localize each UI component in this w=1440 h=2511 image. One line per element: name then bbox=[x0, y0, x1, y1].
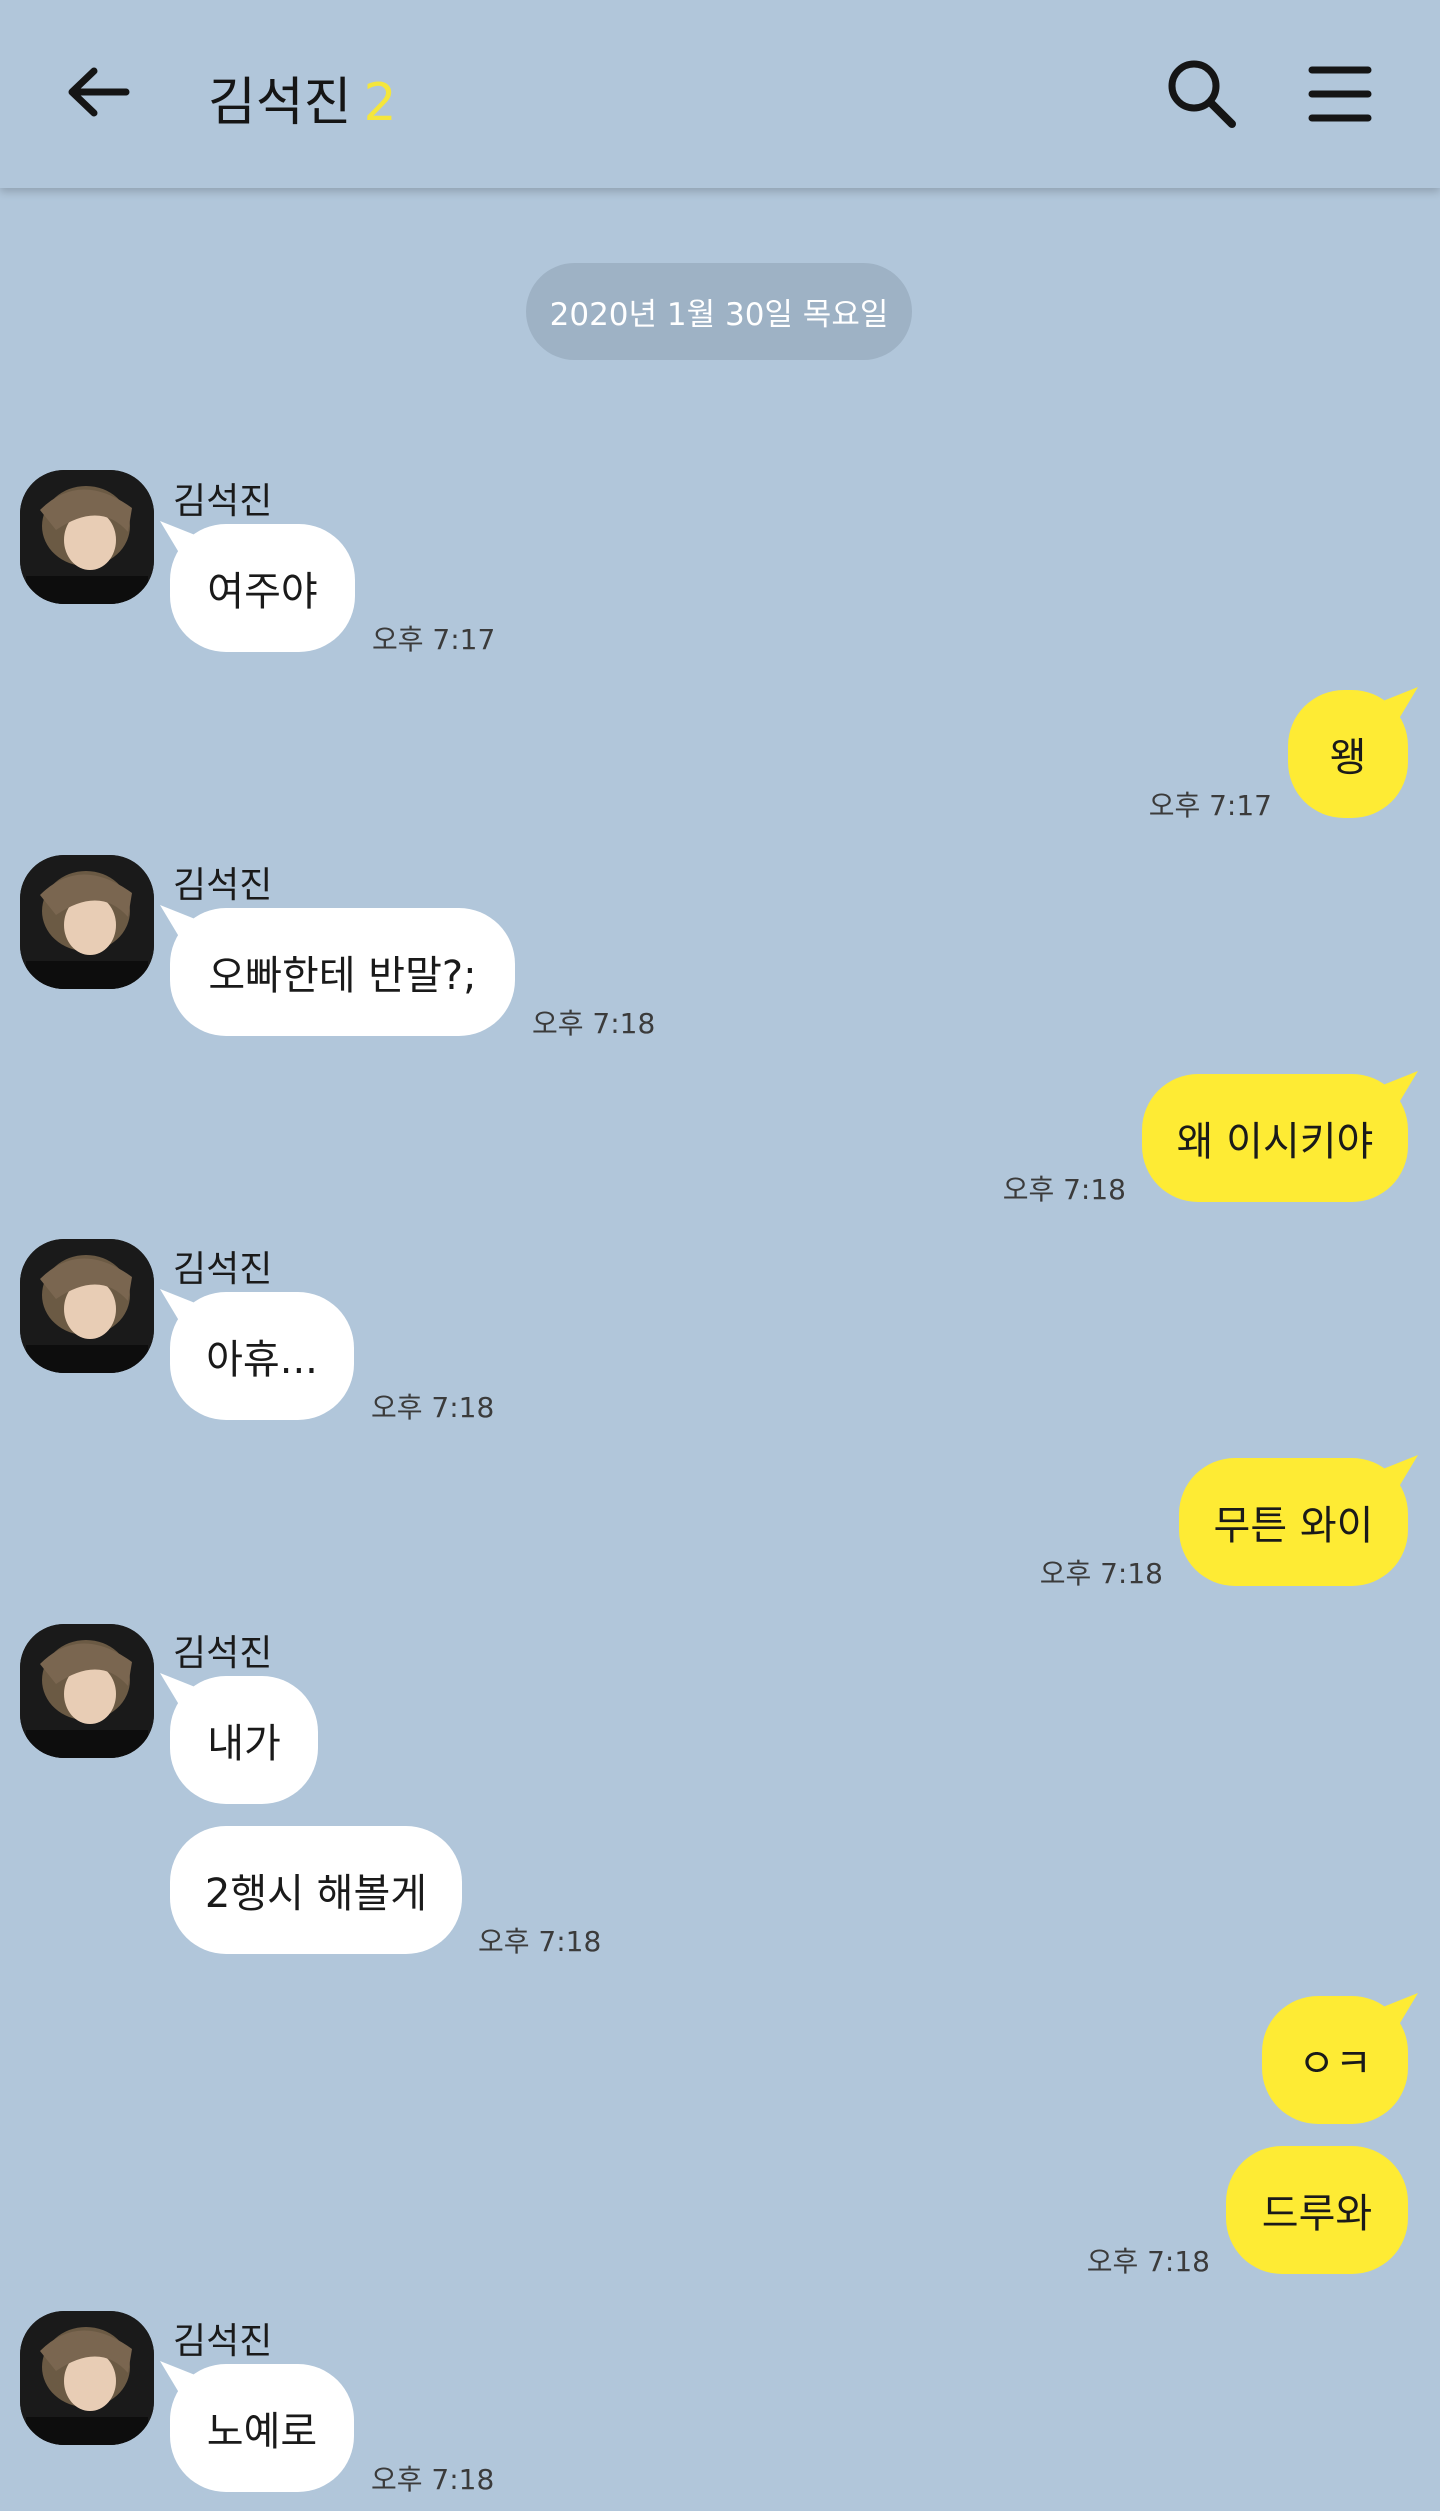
avatar[interactable] bbox=[20, 1239, 154, 1373]
profile-photo-icon bbox=[20, 855, 154, 989]
incoming-message-bubble[interactable]: 2행시 해볼게 bbox=[170, 1826, 462, 1954]
chat-title: 김석진 2 bbox=[208, 60, 397, 135]
date-divider: 2020년 1월 30일 목요일 bbox=[526, 263, 912, 360]
profile-photo-icon bbox=[20, 1239, 154, 1373]
chat-room-name: 김석진 bbox=[208, 73, 352, 133]
message-time: 오후 7:18 bbox=[478, 1925, 602, 1958]
profile-photo-icon bbox=[20, 2311, 154, 2445]
sender-name: 김석진 bbox=[173, 2321, 273, 2362]
outgoing-message-bubble[interactable]: ㅇㅋ bbox=[1262, 1996, 1408, 2124]
message-time: 오후 7:17 bbox=[372, 623, 496, 656]
avatar[interactable] bbox=[20, 2311, 154, 2445]
sender-name: 김석진 bbox=[173, 1249, 273, 1290]
sender-name: 김석진 bbox=[173, 481, 273, 522]
avatar[interactable] bbox=[20, 470, 154, 604]
sender-name: 김석진 bbox=[173, 865, 273, 906]
profile-photo-icon bbox=[20, 1624, 154, 1758]
outgoing-message-bubble[interactable]: 왜 이시키야 bbox=[1142, 1074, 1408, 1202]
outgoing-message-bubble[interactable]: 왱 bbox=[1288, 690, 1408, 818]
back-button[interactable] bbox=[60, 54, 140, 134]
hamburger-menu-icon bbox=[1308, 66, 1372, 122]
message-time: 오후 7:18 bbox=[1002, 1173, 1126, 1206]
message-time: 오후 7:18 bbox=[371, 1391, 495, 1424]
message-time: 오후 7:18 bbox=[1086, 2245, 1210, 2278]
member-count: 2 bbox=[363, 73, 397, 133]
chat-header: 김석진 2 bbox=[0, 0, 1440, 188]
message-time: 오후 7:17 bbox=[1148, 789, 1272, 822]
arrow-left-icon bbox=[68, 67, 130, 117]
avatar[interactable] bbox=[20, 855, 154, 989]
outgoing-message-bubble[interactable]: 무튼 와이 bbox=[1179, 1458, 1408, 1586]
outgoing-message-bubble[interactable]: 드루와 bbox=[1226, 2146, 1408, 2274]
search-icon bbox=[1168, 60, 1236, 128]
incoming-message-bubble[interactable]: 노예로 bbox=[170, 2364, 354, 2492]
message-time: 오후 7:18 bbox=[1039, 1557, 1163, 1590]
incoming-message-bubble[interactable]: 오빠한테 반말?; bbox=[170, 908, 515, 1036]
menu-button[interactable] bbox=[1300, 56, 1380, 136]
avatar[interactable] bbox=[20, 1624, 154, 1758]
sender-name: 김석진 bbox=[173, 1633, 273, 1674]
incoming-message-bubble[interactable]: 아휴... bbox=[170, 1292, 354, 1420]
message-time: 오후 7:18 bbox=[371, 2463, 495, 2496]
profile-photo-icon bbox=[20, 470, 154, 604]
incoming-message-bubble[interactable]: 내가 bbox=[170, 1676, 318, 1804]
incoming-message-bubble[interactable]: 여주야 bbox=[170, 524, 355, 652]
search-button[interactable] bbox=[1160, 52, 1244, 136]
message-time: 오후 7:18 bbox=[532, 1007, 656, 1040]
